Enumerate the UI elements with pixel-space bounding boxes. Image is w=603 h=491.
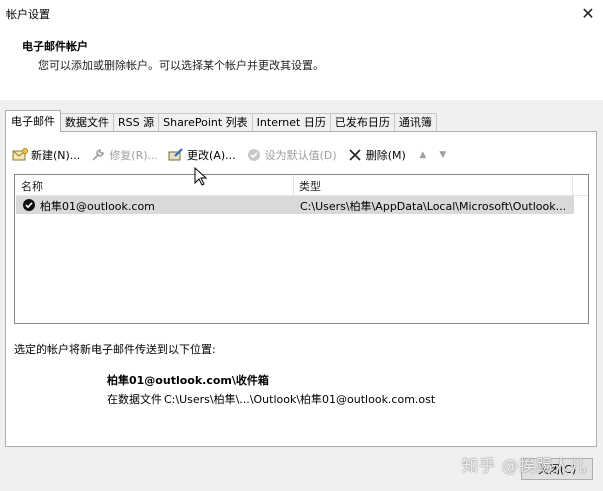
tab-bar: 电子邮件 数据文件 RSS 源 SharePoint 列表 Internet 日…: [5, 110, 437, 132]
data-file-label: 在数据文件: [107, 393, 162, 406]
tab-address-books[interactable]: 通讯簿: [393, 113, 437, 132]
header-title: 电子邮件帐户: [22, 40, 88, 53]
data-file-path: C:\Users\柏隼\...\Outlook\柏隼01@outlook.com…: [164, 393, 436, 406]
header-description: 您可以添加或删除帐户。可以选择某个帐户并更改其设置。: [38, 59, 324, 72]
table-row[interactable]: 柏隼01@outlook.com C:\Users\柏隼\AppData\Loc…: [16, 196, 574, 214]
mouse-cursor-icon: [194, 167, 208, 186]
new-mail-icon: [12, 147, 28, 163]
tab-email[interactable]: 电子邮件: [5, 110, 61, 132]
check-circle-icon: [246, 147, 262, 163]
wrench-icon: [90, 147, 106, 163]
move-down-arrow-icon[interactable]: ▼: [436, 147, 450, 163]
move-up-arrow-icon[interactable]: ▲: [416, 147, 430, 163]
account-toolbar: 新建(N)... 修复(R)... 更改(A)... 设为默认值(D) 删除(M…: [12, 145, 456, 165]
account-list[interactable]: 名称 类型 柏隼01@outlook.com C:\Users\柏隼\AppDa…: [14, 174, 589, 324]
tab-internet-calendars[interactable]: Internet 日历: [251, 113, 331, 132]
window-title: 帐户设置: [6, 8, 50, 21]
column-divider[interactable]: [293, 175, 294, 195]
close-icon: ✕: [581, 3, 595, 23]
edit-account-icon: [168, 147, 184, 163]
remove-account-button[interactable]: 删除(M): [347, 147, 406, 163]
delivery-folder: 柏隼01@outlook.com\收件箱: [107, 374, 269, 387]
new-account-label: 新建(N)...: [31, 149, 81, 162]
set-default-button[interactable]: 设为默认值(D): [246, 147, 337, 163]
tab-published-calendars[interactable]: 已发布日历: [329, 113, 395, 132]
change-account-label: 更改(A)...: [187, 149, 236, 162]
account-name: 柏隼01@outlook.com: [40, 200, 155, 213]
close-window-button[interactable]: ✕: [573, 0, 603, 26]
tab-data-files[interactable]: 数据文件: [60, 113, 114, 132]
delivery-location-label: 选定的帐户将新电子邮件传送到以下位置:: [14, 343, 216, 356]
column-header-name[interactable]: 名称: [21, 178, 43, 194]
list-header: 名称 类型: [15, 175, 588, 196]
watermark: 知乎 @挨踢人儿: [462, 456, 588, 475]
change-account-button[interactable]: 更改(A)...: [168, 147, 236, 163]
tab-rss-feeds[interactable]: RSS 源: [113, 113, 160, 132]
column-divider[interactable]: [572, 175, 573, 195]
tab-sharepoint-lists[interactable]: SharePoint 列表: [158, 113, 253, 132]
column-header-type[interactable]: 类型: [299, 178, 321, 194]
new-account-button[interactable]: 新建(N)...: [12, 147, 80, 163]
default-check-icon: [22, 198, 36, 212]
repair-account-label: 修复(R)...: [109, 149, 159, 162]
account-type: C:\Users\柏隼\AppData\Local\Microsoft\Outl…: [300, 200, 567, 213]
repair-account-button[interactable]: 修复(R)...: [90, 147, 158, 163]
remove-x-icon: [347, 147, 363, 163]
dialog-header: 电子邮件帐户 您可以添加或删除帐户。可以选择某个帐户并更改其设置。: [0, 26, 603, 101]
set-default-label: 设为默认值(D): [264, 149, 337, 162]
title-bar: 帐户设置 ✕: [0, 0, 603, 26]
remove-account-label: 删除(M): [365, 149, 406, 162]
